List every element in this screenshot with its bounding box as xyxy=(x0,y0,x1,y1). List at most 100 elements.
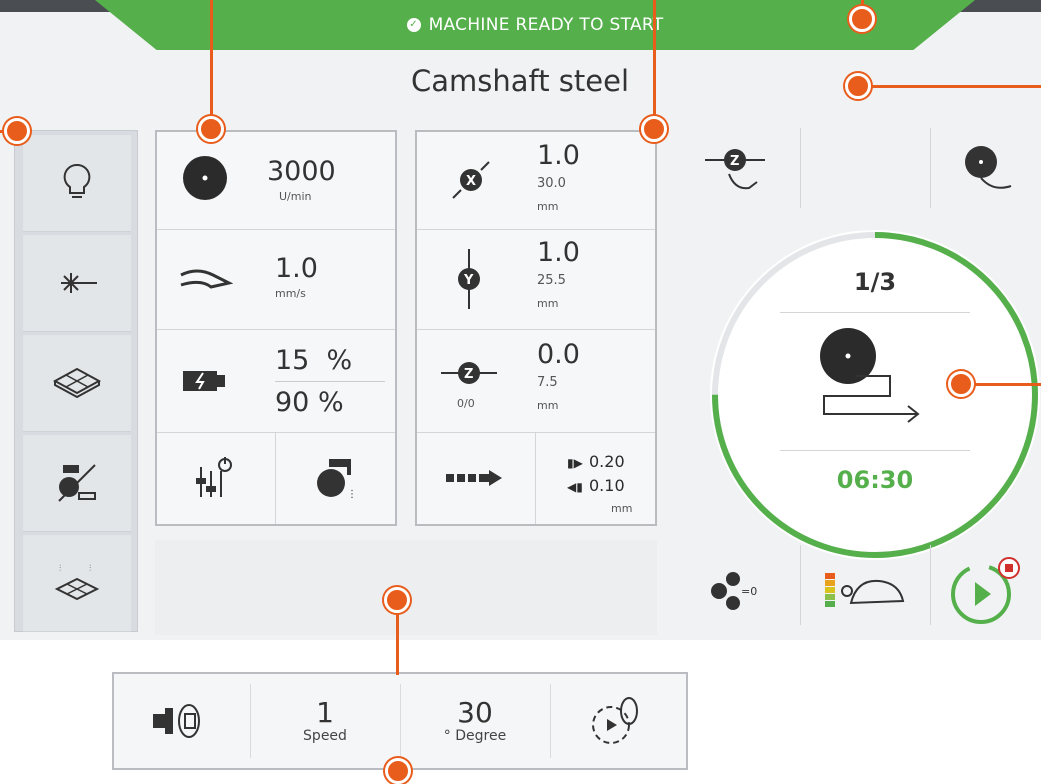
y-unit: mm xyxy=(537,297,559,310)
divider xyxy=(780,450,970,451)
speed-unit: U/min xyxy=(279,190,312,203)
grinding-path-icon xyxy=(820,328,920,423)
status-banner: ✓ MACHINE READY TO START xyxy=(95,0,975,50)
mixer-power-icon xyxy=(196,457,232,497)
load-value-1: 15 % xyxy=(275,345,353,376)
x-axis-icon: X xyxy=(452,161,490,199)
infeed-fwd: 0.20 xyxy=(589,452,625,471)
back-feed-icon: ◀▮ xyxy=(567,480,583,494)
feed-curve-icon xyxy=(180,269,233,289)
bulb-icon xyxy=(63,163,91,198)
grid-table-icon xyxy=(52,367,102,399)
degree-setting-value: 30 xyxy=(457,696,493,729)
infeed-back: 0.10 xyxy=(589,476,625,495)
check-circle-icon: ✓ xyxy=(406,18,421,32)
wheel-icon xyxy=(183,156,227,200)
coolant-off-icon xyxy=(58,464,96,502)
sidebar: ⫶ ⫶ xyxy=(14,130,138,632)
callout-marker xyxy=(385,758,411,784)
z-sub: 7.5 xyxy=(537,375,558,390)
feed-unit: mm/s xyxy=(275,287,306,300)
infeed-direction[interactable] xyxy=(417,432,536,524)
y-value: 1.0 xyxy=(537,237,580,268)
spindle-speed[interactable]: 3000 U/min xyxy=(157,132,395,230)
load-divider xyxy=(275,381,385,382)
sidebar-item-coolant[interactable] xyxy=(23,435,131,532)
zero-axes-button[interactable]: =0 xyxy=(670,545,800,635)
axis-y[interactable]: Y 1.0 25.5 mm xyxy=(417,229,655,330)
sidebar-item-table[interactable] xyxy=(23,335,131,432)
cycle-status[interactable]: 1/3 06:30 xyxy=(710,230,1040,560)
svg-text:⋮: ⋮ xyxy=(347,489,357,500)
coolant-wheel[interactable]: ⋮ xyxy=(277,432,395,524)
axes-zero-icon: =0 xyxy=(711,572,757,610)
turtle-speed-icon xyxy=(825,573,905,607)
speed-setting-label: Speed xyxy=(303,728,347,744)
divider xyxy=(780,312,970,313)
z-value: 0.0 xyxy=(537,339,580,370)
manual-wheel-button[interactable] xyxy=(930,120,1041,215)
laser-icon xyxy=(61,273,97,293)
callout-line xyxy=(210,0,213,118)
axis-z[interactable]: Z 0/0 0.0 7.5 mm xyxy=(417,329,655,433)
empty-slot xyxy=(155,540,657,635)
speed-setting-value: 1 xyxy=(316,696,334,729)
z-counter: 0/0 xyxy=(457,397,475,410)
infeed-unit: mm xyxy=(611,502,633,515)
callout-marker xyxy=(948,371,974,397)
callout-marker xyxy=(4,118,30,144)
page-title: Camshaft steel xyxy=(410,64,630,98)
sidebar-item-spray[interactable]: ⫶ ⫶ xyxy=(23,535,131,632)
y-axis-icon: Y xyxy=(458,249,480,309)
callout-marker xyxy=(641,116,667,142)
feed-rate[interactable]: 1.0 mm/s xyxy=(157,229,395,330)
x-unit: mm xyxy=(537,200,559,213)
callout-line xyxy=(653,0,656,118)
cycle-time: 06:30 xyxy=(836,466,914,494)
degree-setting-label: ° Degree xyxy=(443,728,507,744)
degree-setting[interactable]: 30 ° Degree xyxy=(400,684,551,758)
rotate-step-button[interactable] xyxy=(550,684,686,758)
callout-marker xyxy=(384,587,410,613)
motor-icon xyxy=(183,371,225,391)
bottom-toolbar: 1 Speed 30 ° Degree xyxy=(112,672,688,770)
z-unit: mm xyxy=(537,399,559,412)
rotate-workpiece-button[interactable] xyxy=(114,684,251,758)
start-cycle-button[interactable] xyxy=(930,545,1041,635)
settings-mixer[interactable] xyxy=(157,432,276,524)
manual-z-button[interactable]: Z xyxy=(670,120,800,215)
speed-setting[interactable]: 1 Speed xyxy=(250,684,401,758)
speed-value: 3000 xyxy=(267,156,336,187)
svg-text:X: X xyxy=(466,174,476,189)
feed-value: 1.0 xyxy=(275,253,318,284)
motor-load[interactable]: 15 % 90 % xyxy=(157,329,395,433)
spindle-panel: 3000 U/min 1.0 mm/s 15 % 90 % ⋮ xyxy=(155,130,397,526)
callout-marker xyxy=(849,6,875,32)
callout-marker xyxy=(198,116,224,142)
status-text: MACHINE READY TO START xyxy=(428,15,664,35)
axis-x[interactable]: X 1.0 30.0 mm xyxy=(417,132,655,230)
x-sub: 30.0 xyxy=(537,176,566,191)
rotate-step-icon xyxy=(592,697,638,744)
callout-marker xyxy=(845,73,871,99)
blank-button[interactable] xyxy=(800,120,930,215)
play-stop-icon xyxy=(950,557,1020,624)
svg-text:Z: Z xyxy=(464,367,473,382)
step-counter: 1/3 xyxy=(853,268,897,296)
axis-panel: X 1.0 30.0 mm Y 1.0 25.5 mm Z 0/0 0.0 7.… xyxy=(415,130,657,526)
hand-z-icon: Z xyxy=(705,148,765,189)
coolant-wheel-icon: ⋮ xyxy=(317,459,357,500)
sidebar-item-light[interactable] xyxy=(23,135,131,232)
x-value: 1.0 xyxy=(537,140,580,171)
z-axis-icon: Z xyxy=(441,362,497,384)
svg-text:Z: Z xyxy=(730,154,739,169)
svg-text:Y: Y xyxy=(463,273,474,288)
svg-text:⫶: ⫶ xyxy=(89,563,91,574)
slow-mode-button[interactable] xyxy=(800,545,930,635)
load-value-2: 90 % xyxy=(275,387,344,418)
rotate-part-icon xyxy=(153,704,200,738)
callout-line xyxy=(860,85,1041,88)
infeed-values[interactable]: ▮▶ 0.20 ◀▮ 0.10 mm xyxy=(537,432,655,524)
sidebar-item-laser[interactable] xyxy=(23,235,131,332)
table-spray-icon: ⫶ ⫶ xyxy=(54,563,100,601)
